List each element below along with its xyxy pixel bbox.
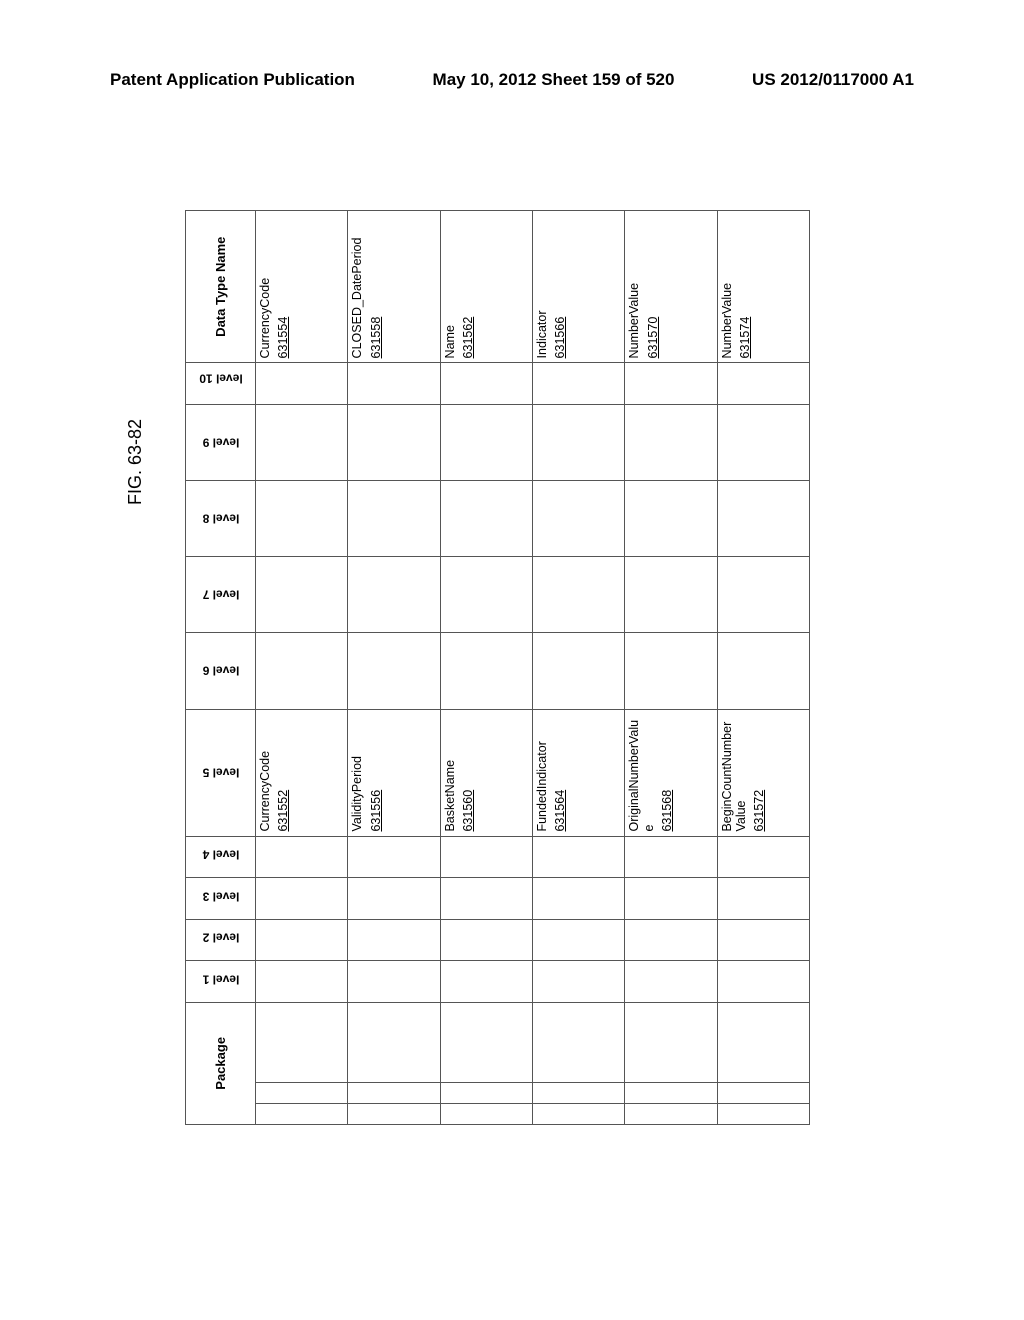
table-row: BeginCountNumberValue 631572 NumberValue…	[717, 211, 809, 1125]
col-level6: level 6	[186, 633, 256, 709]
table-row: ValidityPeriod 631556 CLOSED_DatePeriod …	[348, 211, 440, 1125]
ref-number: 631574	[738, 317, 752, 359]
cell-level5: BeginCountNumberValue 631572	[717, 709, 809, 836]
cell-datatype: CLOSED_DatePeriod 631558	[348, 211, 440, 363]
ref-number: 631568	[660, 790, 674, 832]
table-row: BasketName 631560 Name 631562	[440, 211, 532, 1125]
header-right: US 2012/0117000 A1	[752, 70, 914, 90]
col-package: Package	[186, 1002, 256, 1124]
ref-number: 631552	[276, 790, 290, 832]
ref-number: 631564	[553, 790, 567, 832]
ref-number: 631572	[752, 790, 766, 832]
cell-datatype: NumberValue 631574	[717, 211, 809, 363]
cell-datatype: Indicator 631566	[532, 211, 624, 363]
figure-label: FIG. 63-82	[125, 419, 146, 505]
col-level4: level 4	[186, 836, 256, 878]
table-row: OriginalNumberValue 631568 NumberValue 6…	[625, 211, 717, 1125]
cell-datatype: NumberValue 631570	[625, 211, 717, 363]
ref-number: 631560	[461, 790, 475, 832]
figure-table-container: Package level 1 level 2 level 3 level 4 …	[185, 210, 810, 1125]
header-center: May 10, 2012 Sheet 159 of 520	[433, 70, 675, 90]
col-level5: level 5	[186, 709, 256, 836]
col-level9: level 9	[186, 404, 256, 480]
cell-level5: FundedIndicator 631564	[532, 709, 624, 836]
table-row: FundedIndicator 631564 Indicator 631566	[532, 211, 624, 1125]
data-type-table: Package level 1 level 2 level 3 level 4 …	[185, 210, 810, 1125]
cell-level5: BasketName 631560	[440, 709, 532, 836]
ref-number: 631566	[553, 317, 567, 359]
cell-datatype: CurrencyCode 631554	[256, 211, 348, 363]
header-left: Patent Application Publication	[110, 70, 355, 90]
col-datatype: Data Type Name	[186, 211, 256, 363]
cell-datatype: Name 631562	[440, 211, 532, 363]
col-level8: level 8	[186, 481, 256, 557]
table-row: CurrencyCode 631552 CurrencyCode 631554	[256, 211, 348, 1125]
ref-number: 631558	[369, 317, 383, 359]
col-level2: level 2	[186, 919, 256, 961]
col-level1: level 1	[186, 961, 256, 1003]
ref-number: 631554	[276, 317, 290, 359]
cell-level5: ValidityPeriod 631556	[348, 709, 440, 836]
col-level3: level 3	[186, 878, 256, 920]
col-level10: level 10	[186, 363, 256, 405]
cell-level5: CurrencyCode 631552	[256, 709, 348, 836]
cell-level5: OriginalNumberValue 631568	[625, 709, 717, 836]
page-header: Patent Application Publication May 10, 2…	[0, 70, 1024, 90]
col-level7: level 7	[186, 557, 256, 633]
ref-number: 631556	[369, 790, 383, 832]
ref-number: 631562	[461, 317, 475, 359]
ref-number: 631570	[646, 317, 660, 359]
